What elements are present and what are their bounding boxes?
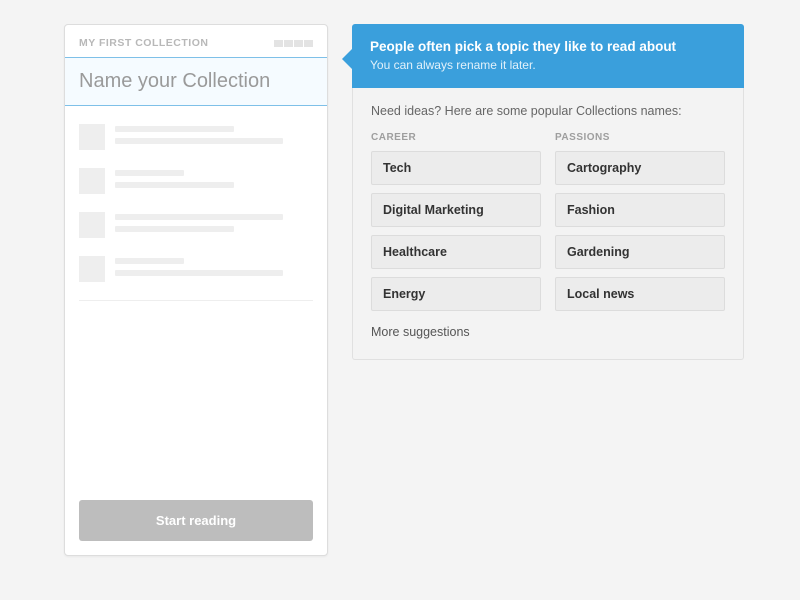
more-suggestions-link[interactable]: More suggestions	[371, 325, 470, 339]
collection-panel: MY FIRST COLLECTION	[64, 24, 328, 556]
collection-name-input[interactable]	[65, 57, 327, 106]
callout-subtitle: You can always rename it later.	[370, 58, 726, 72]
callout-title: People often pick a topic they like to r…	[370, 39, 726, 54]
panel-title: MY FIRST COLLECTION	[79, 37, 208, 49]
placeholder-content	[65, 106, 327, 282]
column-passions-label: PASSIONS	[555, 132, 725, 143]
suggestion-energy[interactable]: Energy	[371, 277, 541, 311]
suggestion-tech[interactable]: Tech	[371, 151, 541, 185]
suggestion-cartography[interactable]: Cartography	[555, 151, 725, 185]
step-indicator-icon	[274, 40, 313, 47]
suggestion-gardening[interactable]: Gardening	[555, 235, 725, 269]
suggestion-fashion[interactable]: Fashion	[555, 193, 725, 227]
suggestion-digital-marketing[interactable]: Digital Marketing	[371, 193, 541, 227]
ideas-intro: Need ideas? Here are some popular Collec…	[371, 104, 725, 118]
suggestion-healthcare[interactable]: Healthcare	[371, 235, 541, 269]
callout-arrow-icon	[342, 49, 352, 69]
tooltip-callout: People often pick a topic they like to r…	[352, 24, 744, 360]
start-reading-button[interactable]: Start reading	[79, 500, 313, 541]
suggestion-local-news[interactable]: Local news	[555, 277, 725, 311]
column-career-label: CAREER	[371, 132, 541, 143]
